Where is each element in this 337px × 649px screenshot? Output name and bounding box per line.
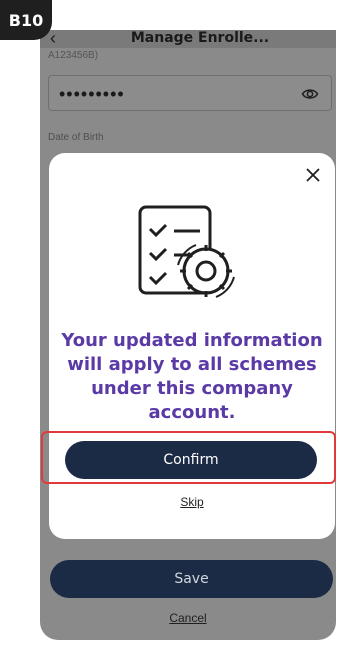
password-field[interactable]: •••••••••: [48, 75, 332, 111]
eye-icon[interactable]: [301, 85, 319, 103]
page-title: Manage Enrolle...: [130, 30, 270, 46]
confirmation-message: Your updated information will apply to a…: [61, 330, 323, 423]
id-hint-text: A123456B): [48, 50, 99, 61]
cancel-link[interactable]: Cancel: [40, 611, 336, 625]
dob-label: Date of Birth: [48, 132, 104, 143]
step-badge: B10: [0, 0, 52, 40]
save-button[interactable]: Save: [50, 560, 333, 598]
chevron-left-icon[interactable]: ‹: [50, 30, 68, 48]
skip-link[interactable]: Skip: [49, 495, 335, 509]
confirm-button[interactable]: Confirm: [65, 441, 317, 479]
password-value: •••••••••: [59, 84, 125, 104]
header: ‹ Manage Enrolle...: [40, 30, 336, 48]
close-icon[interactable]: [305, 167, 321, 183]
checklist-gear-icon: [138, 205, 235, 298]
